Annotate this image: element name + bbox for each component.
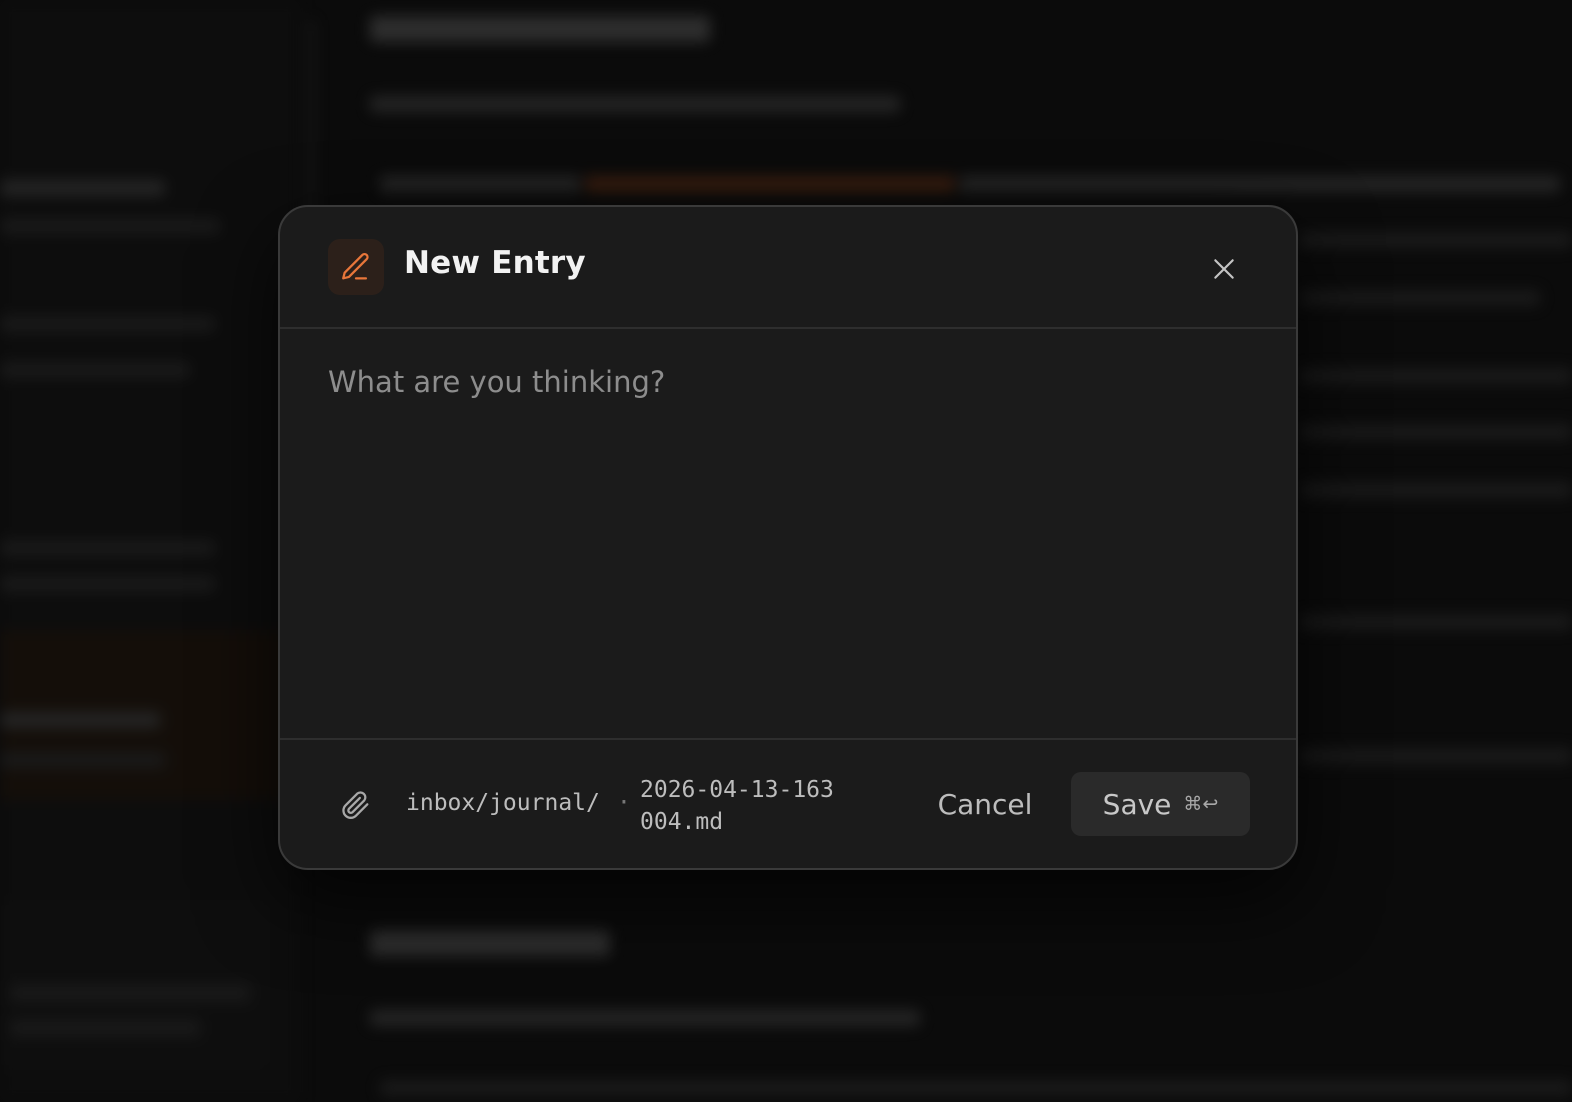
bg-divider — [308, 20, 314, 220]
bg-text — [1300, 424, 1572, 440]
bg-heading — [370, 16, 710, 42]
path-separator: · — [617, 790, 631, 816]
bg-text — [1300, 748, 1572, 764]
bg-text — [1300, 368, 1572, 384]
bg-text — [1300, 232, 1572, 248]
bg-text — [1300, 482, 1572, 498]
paperclip-icon — [342, 791, 369, 819]
bg-text — [0, 540, 215, 556]
pencil-icon — [328, 239, 384, 295]
bg-text — [0, 752, 165, 768]
bg-text — [0, 316, 215, 332]
bg-text — [370, 96, 900, 112]
attach-button[interactable] — [336, 785, 376, 825]
bg-text — [960, 176, 1560, 192]
bg-heading — [370, 930, 610, 956]
bg-text — [380, 1080, 1572, 1096]
bg-text — [0, 576, 215, 592]
close-button[interactable] — [1206, 251, 1242, 287]
bg-text — [10, 1020, 200, 1036]
file-path-folder: inbox/journal/ — [406, 790, 600, 816]
file-name: 2026-04-13-163004.md — [640, 777, 834, 835]
save-label: Save — [1102, 787, 1172, 821]
bg-text — [380, 176, 580, 192]
dialog-body — [280, 329, 1296, 741]
cancel-button[interactable]: Cancel — [920, 772, 1050, 836]
dialog-header: New Entry — [280, 207, 1296, 329]
bg-text — [0, 712, 160, 728]
save-shortcut-hint: ⌘↩ — [1183, 793, 1219, 815]
entry-textarea[interactable] — [328, 365, 1248, 705]
dialog-title: New Entry — [404, 245, 586, 281]
bg-text — [1300, 290, 1540, 306]
bg-text — [10, 985, 250, 1001]
bg-link — [585, 176, 955, 192]
bg-text — [0, 362, 190, 378]
bg-text — [0, 180, 165, 196]
bg-text — [370, 1010, 920, 1026]
bg-text — [0, 218, 220, 234]
new-entry-dialog: New Entry inbox/journal/ · 2026-04-13-16… — [278, 205, 1298, 870]
bg-text — [1300, 614, 1572, 630]
dialog-footer: inbox/journal/ · 2026-04-13-163004.md Ca… — [280, 738, 1296, 868]
close-icon — [1214, 259, 1234, 279]
save-button[interactable]: Save ⌘↩ — [1071, 772, 1250, 836]
